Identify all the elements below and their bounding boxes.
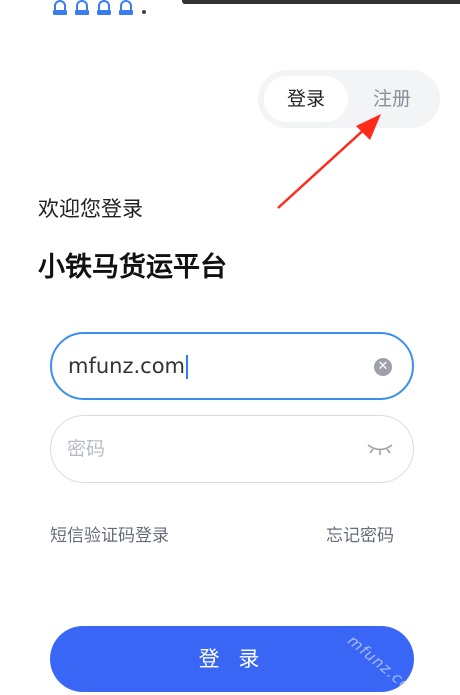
eye-closed-icon[interactable] bbox=[365, 438, 395, 458]
platform-title: 小铁马货运平台 bbox=[38, 252, 227, 283]
more-notifications-dot bbox=[142, 10, 146, 14]
login-button[interactable]: 登 录 mfunz.co bbox=[50, 626, 414, 692]
username-input-value[interactable]: mfunz.com bbox=[68, 334, 189, 398]
forgot-password-link[interactable]: 忘记密码 bbox=[326, 521, 394, 546]
username-text: mfunz.com bbox=[68, 354, 186, 378]
status-bar-icons bbox=[52, 0, 146, 20]
password-field[interactable]: 密码 bbox=[50, 415, 414, 483]
clear-icon[interactable]: ✕ bbox=[374, 358, 392, 376]
username-field[interactable]: mfunz.com ✕ bbox=[50, 332, 414, 400]
password-placeholder: 密码 bbox=[67, 438, 106, 460]
tab-login[interactable]: 登录 bbox=[264, 76, 348, 122]
app-notification-icon bbox=[96, 0, 112, 16]
app-notification-icon bbox=[74, 0, 90, 16]
app-notification-icon bbox=[118, 0, 134, 16]
app-notification-icon bbox=[52, 0, 68, 16]
tab-register[interactable]: 注册 bbox=[350, 76, 434, 122]
text-caret bbox=[186, 355, 189, 379]
sms-login-link[interactable]: 短信验证码登录 bbox=[50, 521, 169, 546]
welcome-text: 欢迎您登录 bbox=[38, 197, 143, 221]
login-button-label: 登 录 bbox=[198, 647, 266, 671]
watermark-text: mfunz.co bbox=[344, 631, 414, 692]
top-overlay-bar bbox=[182, 0, 460, 4]
